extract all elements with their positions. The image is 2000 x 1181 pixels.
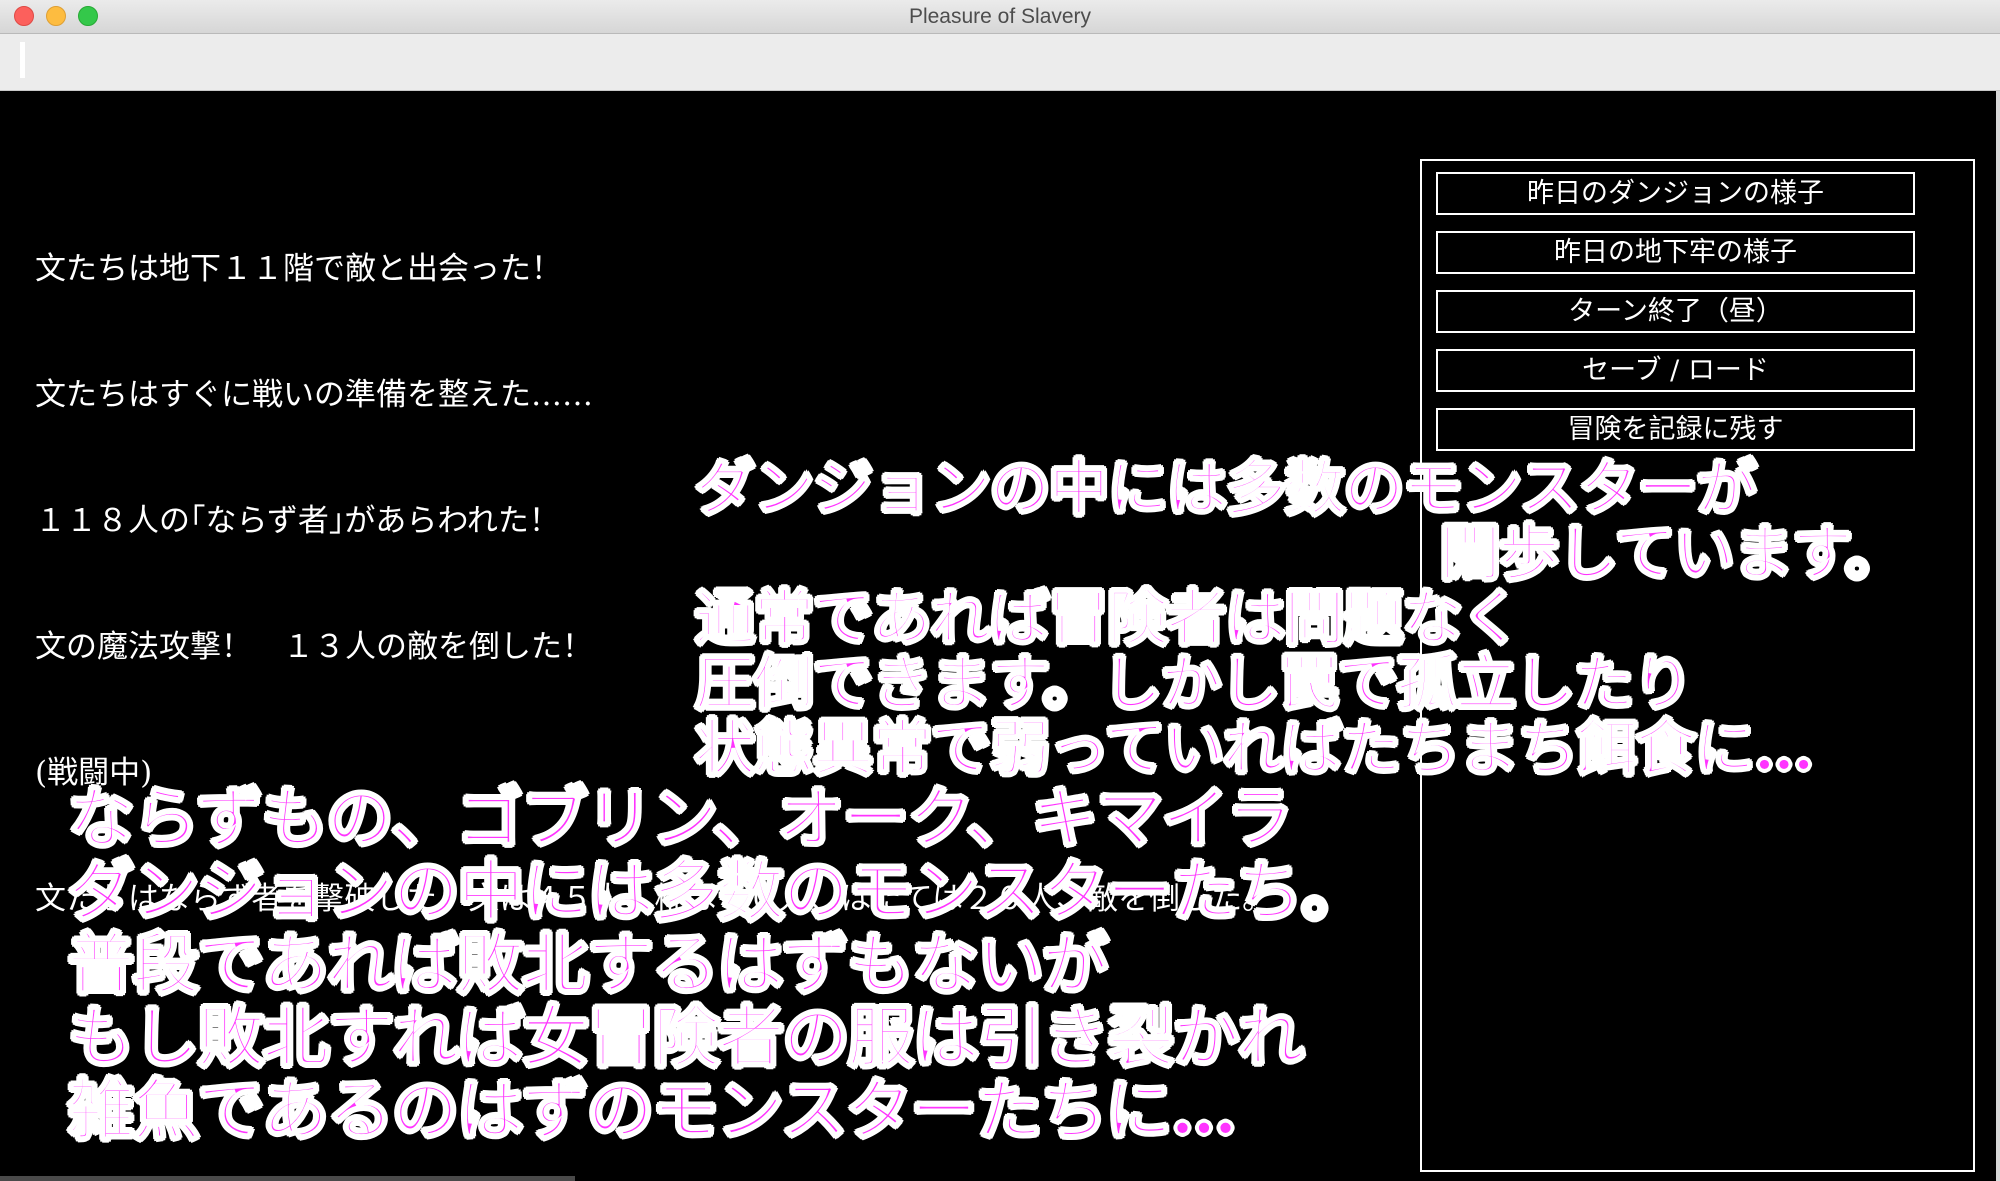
text-caret <box>20 42 25 78</box>
toolbar <box>0 34 2000 91</box>
yesterday-dungeon-button[interactable]: 昨日のダンジョンの様子 <box>1436 172 1915 215</box>
bottom-strip <box>0 1176 575 1181</box>
window-right-border <box>1996 91 2000 1181</box>
yesterday-dungeon-jail-button[interactable]: 昨日の地下牢の様子 <box>1436 231 1915 274</box>
log-line: 文たちは地下１１階で敵と出会った！ <box>35 251 562 287</box>
log-line: 文たちはすぐに戦いの準備を整えた…… <box>35 377 593 413</box>
save-load-button[interactable]: セーブ / ロード <box>1436 349 1915 392</box>
promo-caption-line: 雑魚であるのはずのモンスターたちに… <box>67 1070 1238 1150</box>
window-titlebar: Pleasure of Slavery <box>0 0 2000 34</box>
end-turn-button[interactable]: ターン終了（昼） <box>1436 290 1915 333</box>
window-title: Pleasure of Slavery <box>908 5 1092 28</box>
